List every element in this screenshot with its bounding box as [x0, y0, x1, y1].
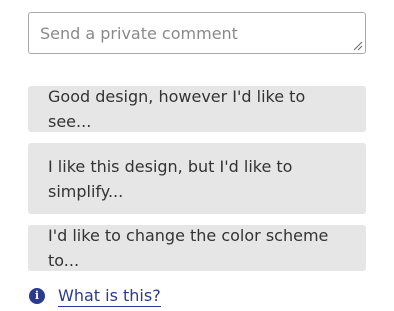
info-icon: i: [29, 288, 45, 304]
private-comment-input[interactable]: [28, 12, 366, 54]
suggestion-label: I'd like to change the color scheme to..…: [48, 226, 329, 270]
what-is-this-link[interactable]: What is this?: [58, 286, 161, 307]
suggestion-button-color-scheme[interactable]: I'd like to change the color scheme to..…: [28, 225, 366, 271]
suggestion-label: I like this design, but I'd like to simp…: [48, 156, 293, 201]
suggestion-label: Good design, however I'd like to see...: [48, 87, 306, 131]
suggestion-button-simplify[interactable]: I like this design, but I'd like to simp…: [28, 143, 366, 214]
private-comment-panel: Good design, however I'd like to see... …: [0, 0, 394, 311]
help-row: i What is this?: [29, 285, 161, 307]
resize-handle-icon[interactable]: [353, 41, 363, 51]
suggestion-button-see-more[interactable]: Good design, however I'd like to see...: [28, 86, 366, 132]
